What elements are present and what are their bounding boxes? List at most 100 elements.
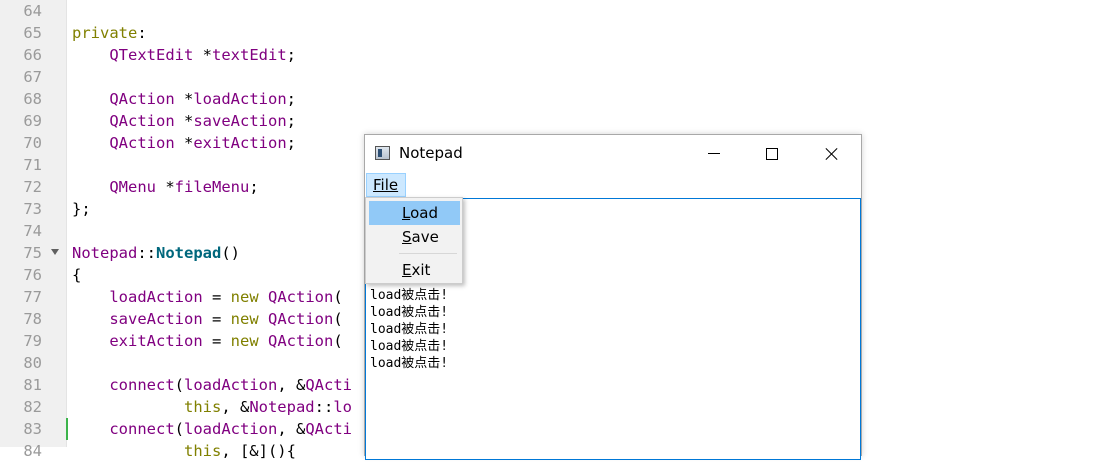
code-token: QAction <box>268 288 334 306</box>
code-token: = <box>202 288 231 306</box>
code-token: ; <box>286 90 296 108</box>
code-token: () <box>221 244 240 262</box>
code-token: ; <box>286 134 296 152</box>
code-token: , & <box>221 398 250 416</box>
code-token: lo <box>333 398 352 416</box>
code-text: QAction *saveAction; <box>72 110 296 132</box>
code-token: Notepad <box>72 244 138 262</box>
code-token: loadAction <box>193 90 287 108</box>
fold-arrow-icon[interactable] <box>51 249 59 255</box>
code-token: = <box>202 332 231 350</box>
line-number: 67 <box>23 68 42 86</box>
title-bar[interactable]: Notepad <box>365 135 861 172</box>
menu-item-save[interactable]: Save <box>369 225 460 249</box>
output-line: load被点击! <box>370 322 449 337</box>
output-line: load被点击! <box>370 305 449 320</box>
code-token: this <box>183 398 222 416</box>
menu-item-exit[interactable]: Exit <box>369 258 460 282</box>
maximize-icon <box>766 147 778 160</box>
mnemonic-l: L <box>402 204 411 222</box>
menu-file[interactable]: File <box>366 173 406 197</box>
line-number: 79 <box>23 332 42 350</box>
code-token: ( <box>333 310 343 328</box>
code-text: connect(loadAction, &QActi <box>72 418 352 440</box>
code-token: new <box>230 288 259 306</box>
code-token: QAction <box>268 310 334 328</box>
line-number: 83 <box>23 420 42 438</box>
menu-bar: File <box>365 172 861 198</box>
code-token: QTextEdit <box>109 46 194 64</box>
code-token: QMenu <box>109 178 156 196</box>
code-token: new <box>230 310 259 328</box>
code-token: exitAction <box>109 332 203 350</box>
code-token: Notepad <box>249 398 315 416</box>
code-token: * <box>174 90 194 108</box>
menu-file-label: File <box>373 176 399 194</box>
code-line: 65 private: <box>0 22 1116 44</box>
code-token: ; <box>286 46 296 64</box>
code-token: QActi <box>305 420 352 438</box>
code-token: : <box>137 24 147 42</box>
line-number: 77 <box>23 288 42 306</box>
maximize-button[interactable] <box>743 135 801 172</box>
close-button[interactable] <box>803 135 861 172</box>
code-token: Notepad <box>156 244 222 262</box>
output-line: load被点击! <box>370 356 449 371</box>
close-icon <box>825 147 839 161</box>
notepad-window: Notepad File load被点击! load被点击! load被点击! … <box>364 134 862 460</box>
code-token: ( <box>333 332 343 350</box>
code-token: * <box>174 134 194 152</box>
code-text: QMenu *fileMenu; <box>72 176 258 198</box>
line-number: 64 <box>23 2 42 20</box>
code-token: , [&](){ <box>221 442 296 460</box>
line-number: 81 <box>23 376 42 394</box>
line-number: 78 <box>23 310 42 328</box>
minimize-button[interactable] <box>685 135 743 172</box>
line-number: 73 <box>23 200 42 218</box>
code-text: QAction *exitAction; <box>72 132 296 154</box>
code-token: ; <box>286 112 296 130</box>
code-token: , & <box>277 420 306 438</box>
code-text: Notepad::Notepad() <box>72 242 240 264</box>
code-token: ( <box>333 288 343 306</box>
file-dropdown-menu: Load Save Exit <box>365 197 463 284</box>
mnemonic-s: S <box>402 228 412 246</box>
minimize-icon <box>708 153 720 154</box>
code-token: * <box>156 178 175 196</box>
app-icon <box>375 146 390 160</box>
menu-item-exit-rest: xit <box>411 261 431 279</box>
code-token: QAction <box>109 90 175 108</box>
line-number: 66 <box>23 46 42 64</box>
code-token: = <box>202 310 231 328</box>
code-line: 66 QTextEdit *textEdit; <box>0 44 1116 66</box>
output-line: load被点击! <box>370 339 449 354</box>
code-token: textEdit <box>212 46 287 64</box>
code-token: loadAction <box>109 288 203 306</box>
line-number: 82 <box>23 398 42 416</box>
code-text: private: <box>72 22 147 44</box>
menu-item-save-rest: ave <box>411 228 439 246</box>
code-token: QAction <box>109 134 175 152</box>
menu-item-load[interactable]: Load <box>369 201 460 225</box>
code-token: ( <box>174 376 184 394</box>
line-number: 72 <box>23 178 42 196</box>
code-token: :: <box>314 398 334 416</box>
code-text: QTextEdit *textEdit; <box>72 44 296 66</box>
code-line: 64 <box>0 0 1116 22</box>
code-token: exitAction <box>193 134 287 152</box>
menu-separator <box>399 253 457 254</box>
code-token: this <box>183 442 222 460</box>
code-token: QActi <box>305 376 352 394</box>
line-number: 74 <box>23 222 42 240</box>
code-line: 67 <box>0 66 1116 88</box>
